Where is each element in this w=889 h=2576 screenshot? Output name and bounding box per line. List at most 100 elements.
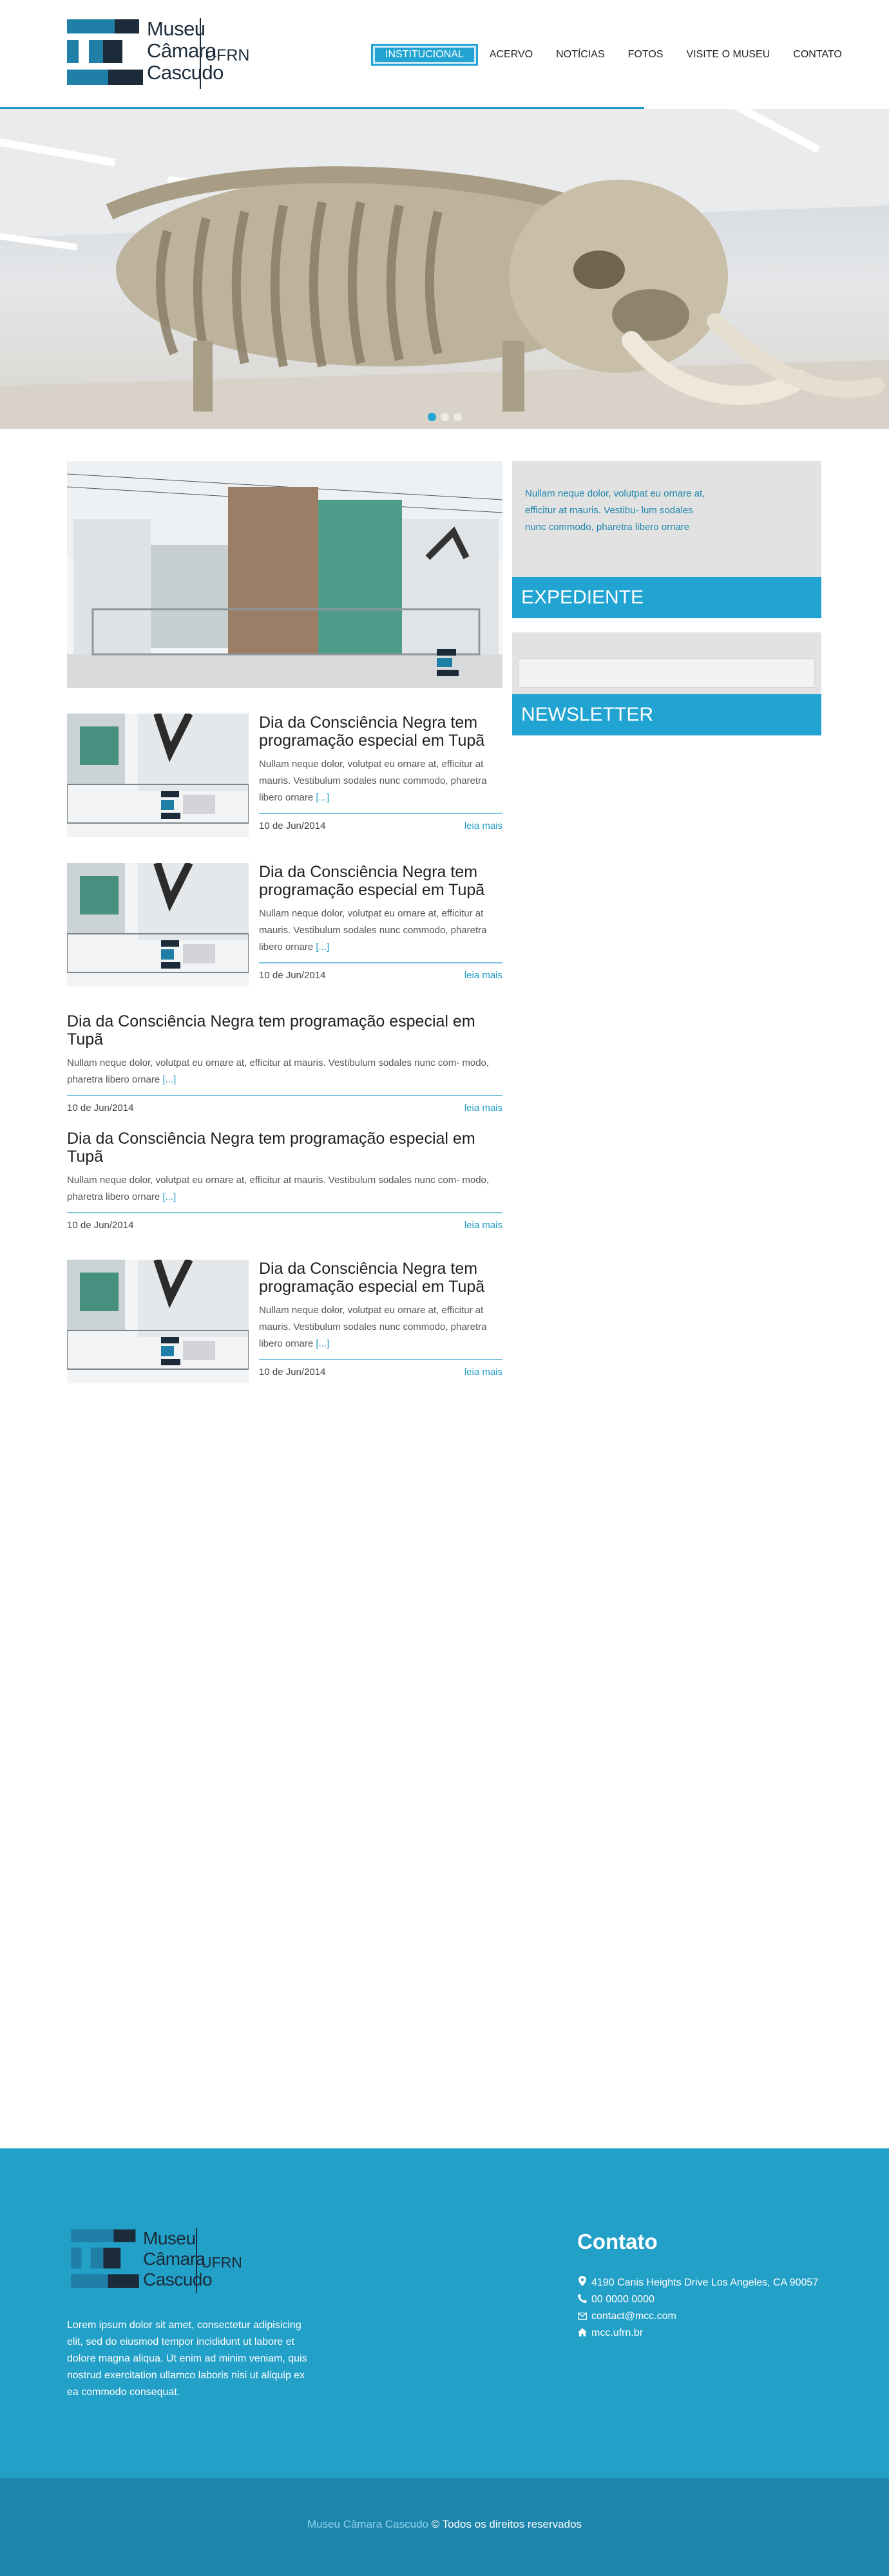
footer-logo-divider: [196, 2228, 197, 2293]
footer-logo-ufrn: UFRN: [201, 2254, 242, 2271]
news-excerpt: Nullam neque dolor, volutpat eu ornare a…: [67, 1172, 502, 1206]
news-more-link[interactable]: [...]: [316, 792, 329, 803]
news-more-link[interactable]: [...]: [316, 942, 329, 952]
nav-visite-o-museu[interactable]: VISITE O MUSEU: [674, 44, 781, 66]
news-thumbnail[interactable]: [67, 1260, 249, 1383]
news-excerpt-text: Nullam neque dolor, volutpat eu ornare a…: [67, 1175, 490, 1202]
logo-divider: [200, 18, 201, 89]
home-icon: [577, 2325, 588, 2342]
news-meta: 10 de Jun/2014 leia mais: [67, 1103, 502, 1113]
news-more-link[interactable]: [...]: [316, 1338, 329, 1349]
contact-list: 4190 Canis Heights Drive Los Angeles, CA…: [577, 2275, 818, 2342]
site-footer: Museu Câmara Cascudo UFRN Lorem ipsum do…: [0, 2148, 889, 2478]
news-divider: [259, 962, 502, 963]
news-excerpt-text: Nullam neque dolor, volutpat eu ornare a…: [259, 908, 487, 952]
read-more-link[interactable]: leia mais: [464, 1220, 502, 1231]
news-thumbnail-image: [67, 1260, 249, 1383]
copyright: Museu Câmara Cascudo © Todos os direitos…: [0, 2518, 889, 2531]
read-more-link[interactable]: leia mais: [464, 820, 502, 831]
contact-email: contact@mcc.com: [577, 2308, 818, 2325]
featured-image[interactable]: [67, 461, 502, 688]
site-header: Museu Câmara Cascudo UFRN INSTITUCIONAL …: [0, 0, 889, 109]
nav-institucional[interactable]: INSTITUCIONAL: [371, 44, 478, 66]
news-date: 10 de Jun/2014: [67, 1220, 134, 1231]
logo-line-3: Cascudo: [147, 61, 224, 84]
news-meta: 10 de Jun/2014 leia mais: [259, 1367, 502, 1378]
contact-email-link[interactable]: contact@mcc.com: [591, 2308, 676, 2325]
news-thumbnail-image: [67, 863, 249, 987]
read-more-link[interactable]: leia mais: [464, 1103, 502, 1113]
sidebar-spacer: [512, 618, 821, 632]
news-date: 10 de Jun/2014: [259, 970, 326, 981]
footer-bottom-bar: Museu Câmara Cascudo © Todos os direitos…: [0, 2478, 889, 2576]
hero-dot-1[interactable]: [428, 413, 436, 421]
news-date: 10 de Jun/2014: [67, 1103, 134, 1113]
contact-phone: 00 0000 0000: [577, 2291, 818, 2308]
newsletter-input[interactable]: [519, 658, 815, 688]
contact-phone-text[interactable]: 00 0000 0000: [591, 2291, 655, 2308]
news-divider: [259, 1359, 502, 1360]
news-date: 10 de Jun/2014: [259, 820, 326, 831]
news-meta: 10 de Jun/2014 leia mais: [259, 820, 502, 831]
contact-title: Contato: [577, 2230, 658, 2253]
news-divider: [67, 1095, 502, 1096]
logo-mark-icon: [67, 19, 143, 85]
expediente-heading: EXPEDIENTE: [512, 577, 821, 618]
site-logo[interactable]: Museu Câmara Cascudo UFRN: [67, 17, 250, 90]
hero-dot-2[interactable]: [441, 413, 449, 421]
news-body: Dia da Consciência Negra tem programação…: [67, 1012, 502, 1113]
news-excerpt-text: Nullam neque dolor, volutpat eu ornare a…: [259, 1305, 487, 1349]
hero-image: [0, 109, 889, 429]
hero-slider[interactable]: [0, 109, 889, 429]
footer-about-text: Lorem ipsum dolor sit amet, consectetur …: [67, 2320, 307, 2398]
read-more-link[interactable]: leia mais: [464, 970, 502, 981]
contact-site: mcc.ufrn.br: [577, 2325, 818, 2342]
news-body: Dia da Consciência Negra tem programação…: [259, 714, 502, 831]
footer-logo[interactable]: Museu Câmara Cascudo UFRN: [67, 2228, 254, 2299]
nav-contato[interactable]: CONTATO: [781, 44, 854, 66]
news-item-5: Dia da Consciência Negra tem programação…: [67, 1260, 502, 1383]
news-divider: [67, 1212, 502, 1213]
sidebar-intro-text: Nullam neque dolor, volutpat eu ornare a…: [525, 488, 705, 533]
envelope-icon: [577, 2308, 588, 2325]
copyright-text: © Todos os direitos reservados: [428, 2518, 582, 2530]
news-thumbnail[interactable]: [67, 863, 249, 987]
hero-pagination: [428, 413, 462, 421]
news-meta: 10 de Jun/2014 leia mais: [67, 1220, 502, 1231]
news-more-link[interactable]: [...]: [162, 1191, 176, 1202]
news-excerpt: Nullam neque dolor, volutpat eu ornare a…: [259, 756, 502, 806]
news-thumbnail-image: [67, 714, 249, 837]
news-title[interactable]: Dia da Consciência Negra tem programação…: [67, 1130, 502, 1166]
main-nav: INSTITUCIONAL ACERVO NOTÍCIAS FOTOS VISI…: [371, 44, 854, 66]
footer-logo-mark-icon: [71, 2229, 139, 2288]
contact-site-link[interactable]: mcc.ufrn.br: [591, 2325, 643, 2342]
news-excerpt: Nullam neque dolor, volutpat eu ornare a…: [259, 905, 502, 956]
news-title[interactable]: Dia da Consciência Negra tem programação…: [259, 714, 502, 750]
news-body: Dia da Consciência Negra tem programação…: [67, 1130, 502, 1231]
logo-line-1: Museu: [147, 17, 206, 40]
news-excerpt: Nullam neque dolor, volutpat eu ornare a…: [67, 1055, 502, 1088]
contact-address: 4190 Canis Heights Drive Los Angeles, CA…: [577, 2275, 818, 2291]
news-thumbnail[interactable]: [67, 714, 249, 837]
newsletter-heading: NEWSLETTER: [512, 694, 821, 735]
news-title[interactable]: Dia da Consciência Negra tem programação…: [67, 1012, 502, 1048]
news-date: 10 de Jun/2014: [259, 1367, 326, 1378]
footer-logo-line-3: Cascudo: [143, 2269, 213, 2289]
sidebar: Nullam neque dolor, volutpat eu ornare a…: [512, 461, 821, 735]
hero-dot-3[interactable]: [454, 413, 462, 421]
news-more-link[interactable]: [...]: [162, 1074, 176, 1085]
read-more-link[interactable]: leia mais: [464, 1367, 502, 1378]
news-title[interactable]: Dia da Consciência Negra tem programação…: [259, 1260, 502, 1296]
phone-icon: [577, 2291, 588, 2308]
nav-fotos[interactable]: FOTOS: [617, 44, 675, 66]
map-pin-icon: [577, 2275, 588, 2291]
news-item-1: Dia da Consciência Negra tem programação…: [67, 714, 502, 837]
logo-ufrn: UFRN: [205, 46, 250, 64]
copyright-brand-link[interactable]: Museu Câmara Cascudo: [307, 2518, 428, 2530]
sidebar-intro-box: Nullam neque dolor, volutpat eu ornare a…: [512, 461, 821, 577]
news-divider: [259, 813, 502, 814]
news-title[interactable]: Dia da Consciência Negra tem programação…: [259, 863, 502, 899]
news-body: Dia da Consciência Negra tem programação…: [259, 1260, 502, 1378]
nav-acervo[interactable]: ACERVO: [478, 44, 544, 66]
nav-noticias[interactable]: NOTÍCIAS: [544, 44, 617, 66]
